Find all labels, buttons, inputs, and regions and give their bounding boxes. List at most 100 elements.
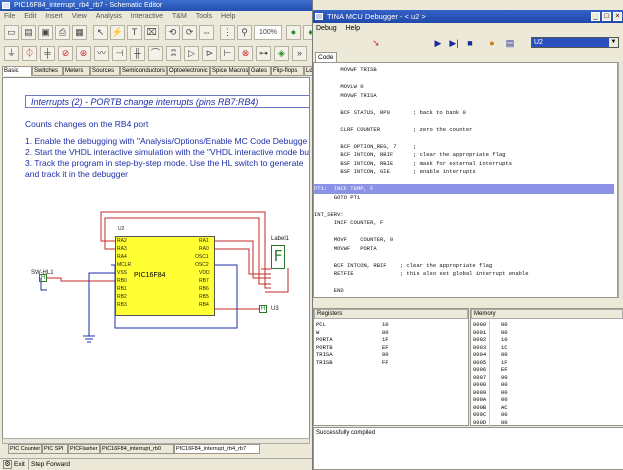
close-icon[interactable]: ×	[613, 12, 622, 21]
menu-tools[interactable]: Tools	[196, 13, 212, 20]
code-view[interactable]: MOVWF TRISB MOVLW 0 MOVWF TRISA BCF STAT…	[313, 62, 618, 298]
code-vertical-scrollbar[interactable]	[618, 62, 623, 298]
register-value[interactable]: FF	[382, 359, 389, 367]
print-icon[interactable]: ⎙	[55, 25, 70, 40]
select-arrow-icon[interactable]: ↖	[93, 25, 108, 40]
properties-icon[interactable]: ▤	[503, 37, 517, 49]
tab-code[interactable]: Code	[315, 52, 337, 62]
breakpoint-icon[interactable]: ●	[485, 37, 499, 49]
debugger-app-icon	[315, 13, 323, 20]
tab-gates[interactable]: Gates	[249, 66, 271, 76]
menu-tm[interactable]: T&M	[172, 13, 187, 20]
minimize-icon[interactable]: _	[591, 12, 600, 21]
menu-help[interactable]: Help	[346, 25, 360, 32]
preview-icon[interactable]: ▦	[72, 25, 87, 40]
tab-sources[interactable]: Sources	[90, 66, 120, 76]
menu-file[interactable]: File	[4, 13, 15, 20]
doc-tab-interrupt-rb4-rb7[interactable]: PIC16F84_interrupt_rb4_rb7	[174, 444, 260, 454]
transformer-icon[interactable]: ʭ	[166, 46, 181, 61]
pin-label: RB7	[199, 278, 209, 284]
run-icon[interactable]: ▶	[431, 37, 445, 49]
menu-view[interactable]: View	[72, 13, 87, 20]
zoom-icon[interactable]: ⚲	[237, 25, 252, 40]
schematic-canvas[interactable]: Interrupts (2) - PORTB change interrupts…	[2, 77, 310, 439]
debugger-title-bar[interactable]: TINA MCU Debugger - < u2 > _ □ ×	[313, 10, 623, 23]
reset-icon[interactable]: ➘	[369, 37, 383, 49]
doc-tab-interrupt-rb0[interactable]: PIC16F84_interrupt_rb0	[100, 444, 174, 454]
menu-interactive[interactable]: Interactive	[131, 13, 163, 20]
capacitor-icon[interactable]: ╫	[130, 46, 145, 61]
app-icon	[2, 2, 10, 9]
wire-tool-icon[interactable]: ⚡	[110, 25, 125, 40]
opamp-icon[interactable]: ⊳	[202, 46, 217, 61]
rotate-right-icon[interactable]: ⟳	[182, 25, 197, 40]
tab-basic[interactable]: Basic	[2, 66, 32, 76]
tab-semiconductors[interactable]: Semiconductors	[120, 66, 167, 76]
new-file-icon[interactable]: ▭	[4, 25, 19, 40]
rotate-left-icon[interactable]: ⟲	[165, 25, 180, 40]
ground-icon[interactable]: ⏚	[4, 46, 19, 61]
seven-segment-display[interactable]: F	[271, 245, 285, 269]
tab-meters[interactable]: Meters	[63, 66, 90, 76]
more-components-icon[interactable]: »	[292, 46, 307, 61]
pin-label: RA1	[199, 238, 209, 244]
tab-switches[interactable]: Switches	[32, 66, 63, 76]
stop-icon[interactable]: ■	[463, 37, 477, 49]
component-tabs: Basic Switches Meters Sources Semiconduc…	[2, 66, 320, 76]
chevron-down-icon[interactable]: ▼	[609, 38, 618, 47]
maximize-icon[interactable]: □	[602, 12, 611, 21]
pin-label: OSC1	[195, 254, 209, 260]
step-icon[interactable]: ▶|	[447, 37, 461, 49]
switch-icon[interactable]: ⊣	[112, 46, 127, 61]
pin-label: RB4	[199, 302, 209, 308]
menu-analysis[interactable]: Analysis	[96, 13, 122, 20]
open-file-icon[interactable]: ▤	[21, 25, 36, 40]
memory-row[interactable]: 000D 00	[471, 418, 617, 427]
resistor-icon[interactable]: 〰	[94, 46, 109, 61]
tab-flip-flops[interactable]: Flip-flops	[271, 66, 304, 76]
battery-icon[interactable]: ╪	[40, 46, 55, 61]
menu-help[interactable]: Help	[221, 13, 235, 20]
relay-icon[interactable]: ⊶	[256, 46, 271, 61]
diode-icon[interactable]: ▷	[184, 46, 199, 61]
code-line[interactable]: END	[314, 286, 614, 296]
delete-icon[interactable]: ⌧	[144, 25, 159, 40]
meter-icon[interactable]: ⊛	[76, 46, 91, 61]
led-icon[interactable]: ◈	[274, 46, 289, 61]
register-row[interactable]: TRISB FF	[314, 359, 464, 367]
mirror-icon[interactable]: ⇔	[199, 25, 214, 40]
device-select[interactable]: U2 ▼	[531, 37, 619, 48]
pin-label: RA4	[117, 254, 127, 260]
doc-tab-pic-counter[interactable]: PIC Counter	[8, 444, 42, 454]
hl-switch[interactable]: H	[39, 274, 47, 282]
save-icon[interactable]: ▣	[38, 25, 53, 40]
transistor-icon[interactable]: ⊢	[220, 46, 235, 61]
pin-label: RB3	[117, 302, 127, 308]
schematic-menu-bar: File Edit Insert View Analysis Interacti…	[0, 12, 320, 22]
menu-debug[interactable]: Debug	[316, 25, 337, 32]
voltage-source-icon[interactable]: ⏀	[22, 46, 37, 61]
main-toolbar: ▭ ▤ ▣ ⎙ ▦ ↖ ⚡ T ⌧ ⟲ ⟳ ⇔ ⋮ ⚲ 100% ● ♦	[2, 25, 322, 43]
doc-tab-picflasher[interactable]: PICFlasher	[68, 444, 100, 454]
tab-spice-macros[interactable]: Spice Macros	[210, 66, 249, 76]
menu-insert[interactable]: Insert	[45, 13, 63, 20]
text-tool-icon[interactable]: T	[127, 25, 142, 40]
current-source-icon[interactable]: ⊘	[58, 46, 73, 61]
mcu-debugger-window: TINA MCU Debugger - < u2 > _ □ × Debug H…	[312, 0, 623, 470]
status-exit[interactable]: Exit	[14, 459, 25, 470]
exit-icon[interactable]: ⚙	[3, 460, 12, 469]
pin-label: RB5	[199, 294, 209, 300]
memory-value[interactable]: 00	[501, 419, 508, 427]
run-interactive-icon[interactable]: ●	[286, 25, 301, 40]
memory-header: Memory	[471, 309, 623, 319]
tab-optoelectronic[interactable]: Optoelectronic	[167, 66, 210, 76]
menu-edit[interactable]: Edit	[24, 13, 36, 20]
inductor-icon[interactable]: ⌒	[148, 46, 163, 61]
pin-label: RB0	[117, 278, 127, 284]
grid-icon[interactable]: ⋮	[220, 25, 235, 40]
doc-tab-pic-spi[interactable]: PIC SPI	[42, 444, 68, 454]
lamp-icon[interactable]: ⊗	[238, 46, 253, 61]
zoom-select[interactable]: 100%	[254, 25, 282, 40]
logic-probe[interactable]: H	[259, 305, 267, 313]
registers-list: PCL 10 W 00 PORTA 1F PORTB EF TRISA 00 TRISB FF	[314, 319, 468, 425]
